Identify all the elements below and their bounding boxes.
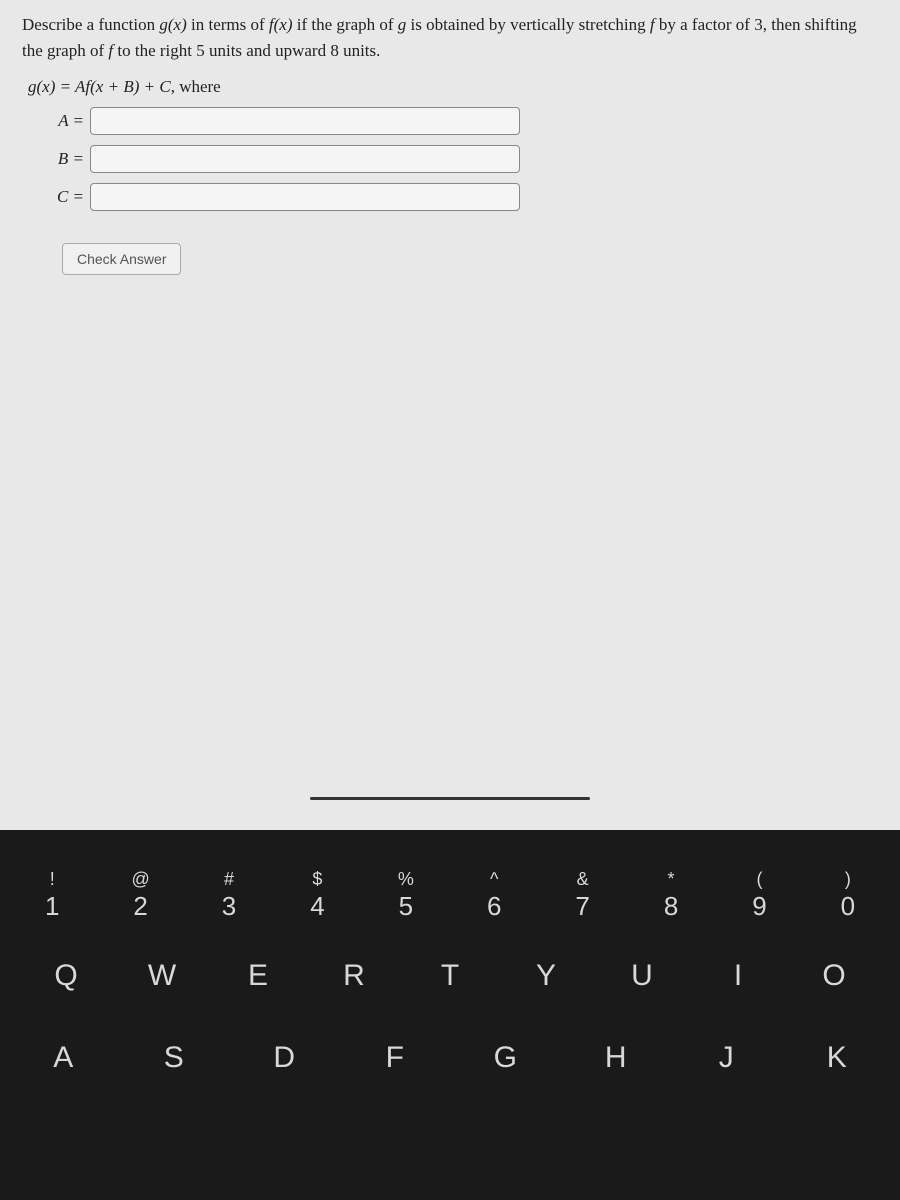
input-row-a: A = [44,107,878,135]
text: Describe a function [22,15,159,34]
label-a: A = [44,111,84,131]
text: is obtained by vertically stretching [406,15,650,34]
equation-suffix: , where [171,77,221,96]
label-b: B = [44,149,84,169]
key-t[interactable]: T [402,946,498,1006]
key-r[interactable]: R [306,946,402,1006]
math-g: g [398,15,407,34]
keyboard-asdf-row: A S D F G H J K [0,1028,900,1088]
keyboard-qwerty-row: Q W E R T Y U I O [0,946,900,1006]
key-j[interactable]: J [671,1028,782,1088]
key-u[interactable]: U [594,946,690,1006]
key-d[interactable]: D [229,1028,340,1088]
key-7[interactable]: &7 [538,870,626,924]
input-row-b: B = [44,145,878,173]
problem-statement: Describe a function g(x) in terms of f(x… [22,12,878,63]
key-q[interactable]: Q [18,946,114,1006]
key-0[interactable]: )0 [804,870,892,924]
math-gx: g(x) [159,15,186,34]
text: to the right 5 units and upward 8 units. [113,41,380,60]
input-c[interactable] [90,183,520,211]
text: if the graph of [293,15,398,34]
key-2[interactable]: @2 [96,870,184,924]
key-y[interactable]: Y [498,946,594,1006]
virtual-keyboard: !1 @2 #3 $4 %5 ^6 &7 *8 (9 )0 Q W E R T … [0,830,900,1200]
key-g[interactable]: G [450,1028,561,1088]
equation-formula: g(x) = Af(x + B) + C [28,77,171,96]
key-o[interactable]: O [786,946,882,1006]
math-fx: f(x) [269,15,293,34]
keyboard-number-row: !1 @2 #3 $4 %5 ^6 &7 *8 (9 )0 [0,870,900,924]
equation-template: g(x) = Af(x + B) + C, where [28,77,878,97]
problem-content: Describe a function g(x) in terms of f(x… [0,0,900,800]
text: in terms of [187,15,269,34]
home-indicator [310,797,590,800]
key-h[interactable]: H [561,1028,672,1088]
input-b[interactable] [90,145,520,173]
key-6[interactable]: ^6 [450,870,538,924]
key-w[interactable]: W [114,946,210,1006]
check-answer-button[interactable]: Check Answer [62,243,181,275]
key-3[interactable]: #3 [185,870,273,924]
key-f[interactable]: F [340,1028,451,1088]
input-a[interactable] [90,107,520,135]
key-4[interactable]: $4 [273,870,361,924]
key-e[interactable]: E [210,946,306,1006]
key-s[interactable]: S [119,1028,230,1088]
key-i[interactable]: I [690,946,786,1006]
key-k[interactable]: K [782,1028,893,1088]
key-8[interactable]: *8 [627,870,715,924]
key-9[interactable]: (9 [715,870,803,924]
key-a[interactable]: A [8,1028,119,1088]
input-row-c: C = [44,183,878,211]
key-5[interactable]: %5 [362,870,450,924]
key-1[interactable]: !1 [8,870,96,924]
label-c: C = [44,187,84,207]
